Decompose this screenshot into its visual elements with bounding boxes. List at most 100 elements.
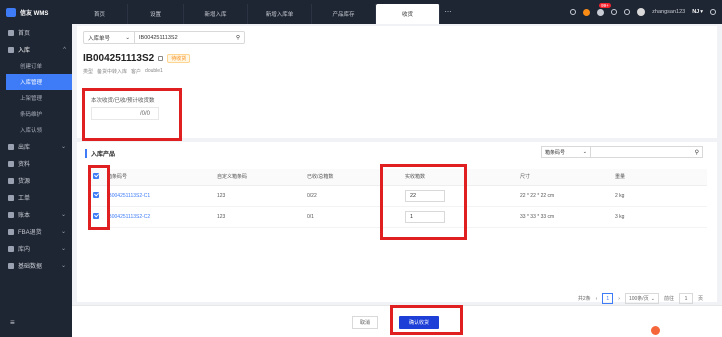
- next-page-icon[interactable]: ›: [618, 296, 620, 302]
- tab-bar: 首页 设置 新增入库 新增入库单 产品库存 收货 ⋯ 99+ zhangsan1…: [72, 0, 722, 24]
- settings-icon[interactable]: [624, 9, 631, 15]
- search-icon[interactable]: ⚲: [236, 35, 240, 41]
- avatar[interactable]: [637, 8, 646, 16]
- order-meta: 类型 备货中转入库 客户 double1: [83, 68, 163, 75]
- collapse-menu-icon[interactable]: ≡: [10, 318, 15, 327]
- search-value: IB004251113S2: [139, 34, 178, 41]
- filter-type-select[interactable]: 箱条码号 ⌄: [541, 146, 591, 158]
- source-icon: [8, 177, 14, 184]
- more-tabs-icon[interactable]: ⋯: [440, 8, 456, 16]
- base-data-icon: [8, 262, 14, 269]
- print-icon[interactable]: [570, 9, 577, 15]
- tab-new-inbound-order[interactable]: 新增入库单: [248, 4, 312, 24]
- annotation-confirm-button: [390, 305, 463, 335]
- sidebar: 信友 WMS 首页 入库 ^ 创建订单 入库管理 上架管理 条码维护 入库认领 …: [0, 0, 72, 337]
- chevron-down-icon: ⌄: [60, 246, 66, 252]
- sidebar-item-outbound[interactable]: 出库 ⌄: [0, 138, 72, 155]
- region-selector[interactable]: NJ: [692, 9, 699, 15]
- tab-product-stock[interactable]: 产品库存: [312, 4, 376, 24]
- sidebar-item-data[interactable]: 资料: [0, 155, 72, 172]
- search-type-label: 入库单号: [88, 35, 111, 42]
- sidebar-item-home[interactable]: 首页: [0, 24, 72, 41]
- type-label: 类型: [83, 69, 94, 75]
- sidebar-item-inbound[interactable]: 入库 ^: [0, 41, 72, 58]
- size: 22 * 22 * 22 cm: [516, 185, 611, 207]
- home-icon: [8, 29, 14, 36]
- cancel-button[interactable]: 取消: [352, 316, 378, 329]
- sidebar-subitem-create-order[interactable]: 创建订单: [0, 58, 72, 74]
- fullscreen-icon[interactable]: [710, 9, 716, 15]
- floating-help-icon[interactable]: [651, 326, 660, 335]
- tab-settings[interactable]: 设置: [128, 4, 184, 24]
- annotation-actual-boxes-column: [380, 164, 467, 240]
- prev-page-icon[interactable]: ‹: [596, 296, 598, 302]
- sidebar-item-warehouse[interactable]: 库内 ⌄: [0, 240, 72, 257]
- sidebar-item-fba-return[interactable]: FBA退货 ⌄: [0, 223, 72, 240]
- sidebar-item-label: FBA退货: [18, 230, 42, 236]
- logo-icon: [6, 7, 16, 17]
- help-icon[interactable]: [611, 9, 618, 15]
- chevron-down-icon: ⌄: [60, 263, 66, 269]
- chevron-down-icon: ⌄: [125, 34, 130, 41]
- sidebar-item-label: 资料: [18, 162, 31, 168]
- page-size-label: 100条/页: [628, 296, 649, 302]
- tab-home[interactable]: 首页: [72, 4, 128, 24]
- region-chevron-icon: ▾: [700, 9, 703, 15]
- sidebar-item-label: 账本: [18, 213, 31, 219]
- col-box-no: 箱条码号: [103, 169, 213, 186]
- sidebar-subitem-inbound-management[interactable]: 入库管理: [6, 74, 72, 90]
- sidebar-item-label: 基础数据: [18, 264, 43, 270]
- order-number: IB004251113S2: [83, 53, 155, 64]
- topbar-tools: 99+ zhangsan123 NJ ▾: [570, 0, 716, 24]
- box-no-link[interactable]: IB004251113S2-C2: [103, 206, 213, 228]
- tab-new-inbound[interactable]: 新增入库: [184, 4, 248, 24]
- search-type-select[interactable]: 入库单号 ⌄: [83, 31, 135, 44]
- username[interactable]: zhangsan123: [652, 9, 685, 15]
- chevron-down-icon: ⌄: [60, 212, 66, 218]
- return-icon: [8, 228, 14, 235]
- products-filter: 箱条码号 ⌄ ⚲: [541, 146, 703, 158]
- filter-type-label: 箱条码号: [545, 149, 566, 156]
- page-suffix: 页: [697, 296, 703, 302]
- search-icon[interactable]: ⚲: [695, 149, 699, 156]
- custom-box: 123: [213, 206, 303, 228]
- customer-value: double1: [145, 68, 163, 74]
- orange-app-icon[interactable]: [583, 8, 591, 16]
- sidebar-item-ledger[interactable]: 账本 ⌄: [0, 206, 72, 223]
- sidebar-item-ticket[interactable]: 工单: [0, 189, 72, 206]
- notification-badge: 99+: [599, 2, 611, 8]
- sidebar-item-label: 入库: [18, 48, 31, 54]
- goto-page-input[interactable]: 1: [678, 293, 693, 304]
- tab-receive[interactable]: 收货: [376, 4, 440, 24]
- copy-icon[interactable]: [158, 56, 164, 61]
- sidebar-item-label: 工单: [18, 196, 31, 202]
- annotation-receive-summary: [82, 88, 182, 141]
- goto-label: 前往: [663, 296, 674, 302]
- pagination-total: 共2条: [577, 296, 591, 302]
- bell-icon[interactable]: 99+: [597, 2, 611, 16]
- sidebar-subitem-claim[interactable]: 入库认领: [0, 122, 72, 138]
- sidebar-item-label: 出库: [18, 145, 31, 151]
- ticket-icon: [8, 194, 14, 201]
- col-custom-box: 自定义箱条码: [213, 169, 303, 186]
- page-number[interactable]: 1: [602, 293, 614, 304]
- box-no-link[interactable]: IB004251113S2-C1: [103, 185, 213, 207]
- page-size-select[interactable]: 100条/页 ⌄: [624, 293, 659, 304]
- status-badge: 待收货: [167, 54, 191, 63]
- sidebar-item-source[interactable]: 货源: [0, 172, 72, 189]
- products-title: 入库产品: [85, 149, 115, 158]
- chevron-down-icon: ⌄: [650, 295, 655, 302]
- search-input[interactable]: IB004251113S2 ⚲: [135, 31, 245, 44]
- col-weight: 重量: [611, 169, 707, 186]
- customer-label: 客户: [131, 69, 142, 75]
- size: 33 * 33 * 33 cm: [516, 206, 611, 228]
- sidebar-item-base-data[interactable]: 基础数据 ⌄: [0, 257, 72, 274]
- ledger-icon: [8, 211, 14, 218]
- pagination: 共2条 ‹ 1 › 100条/页 ⌄ 前往 1 页: [578, 293, 703, 304]
- sidebar-item-label: 库内: [18, 247, 31, 253]
- filter-input[interactable]: ⚲: [591, 146, 703, 158]
- sidebar-subitem-barcode[interactable]: 条码维护: [0, 106, 72, 122]
- sidebar-subitem-shelving[interactable]: 上架管理: [0, 90, 72, 106]
- app-logo[interactable]: 信友 WMS: [0, 0, 72, 24]
- data-icon: [8, 160, 14, 167]
